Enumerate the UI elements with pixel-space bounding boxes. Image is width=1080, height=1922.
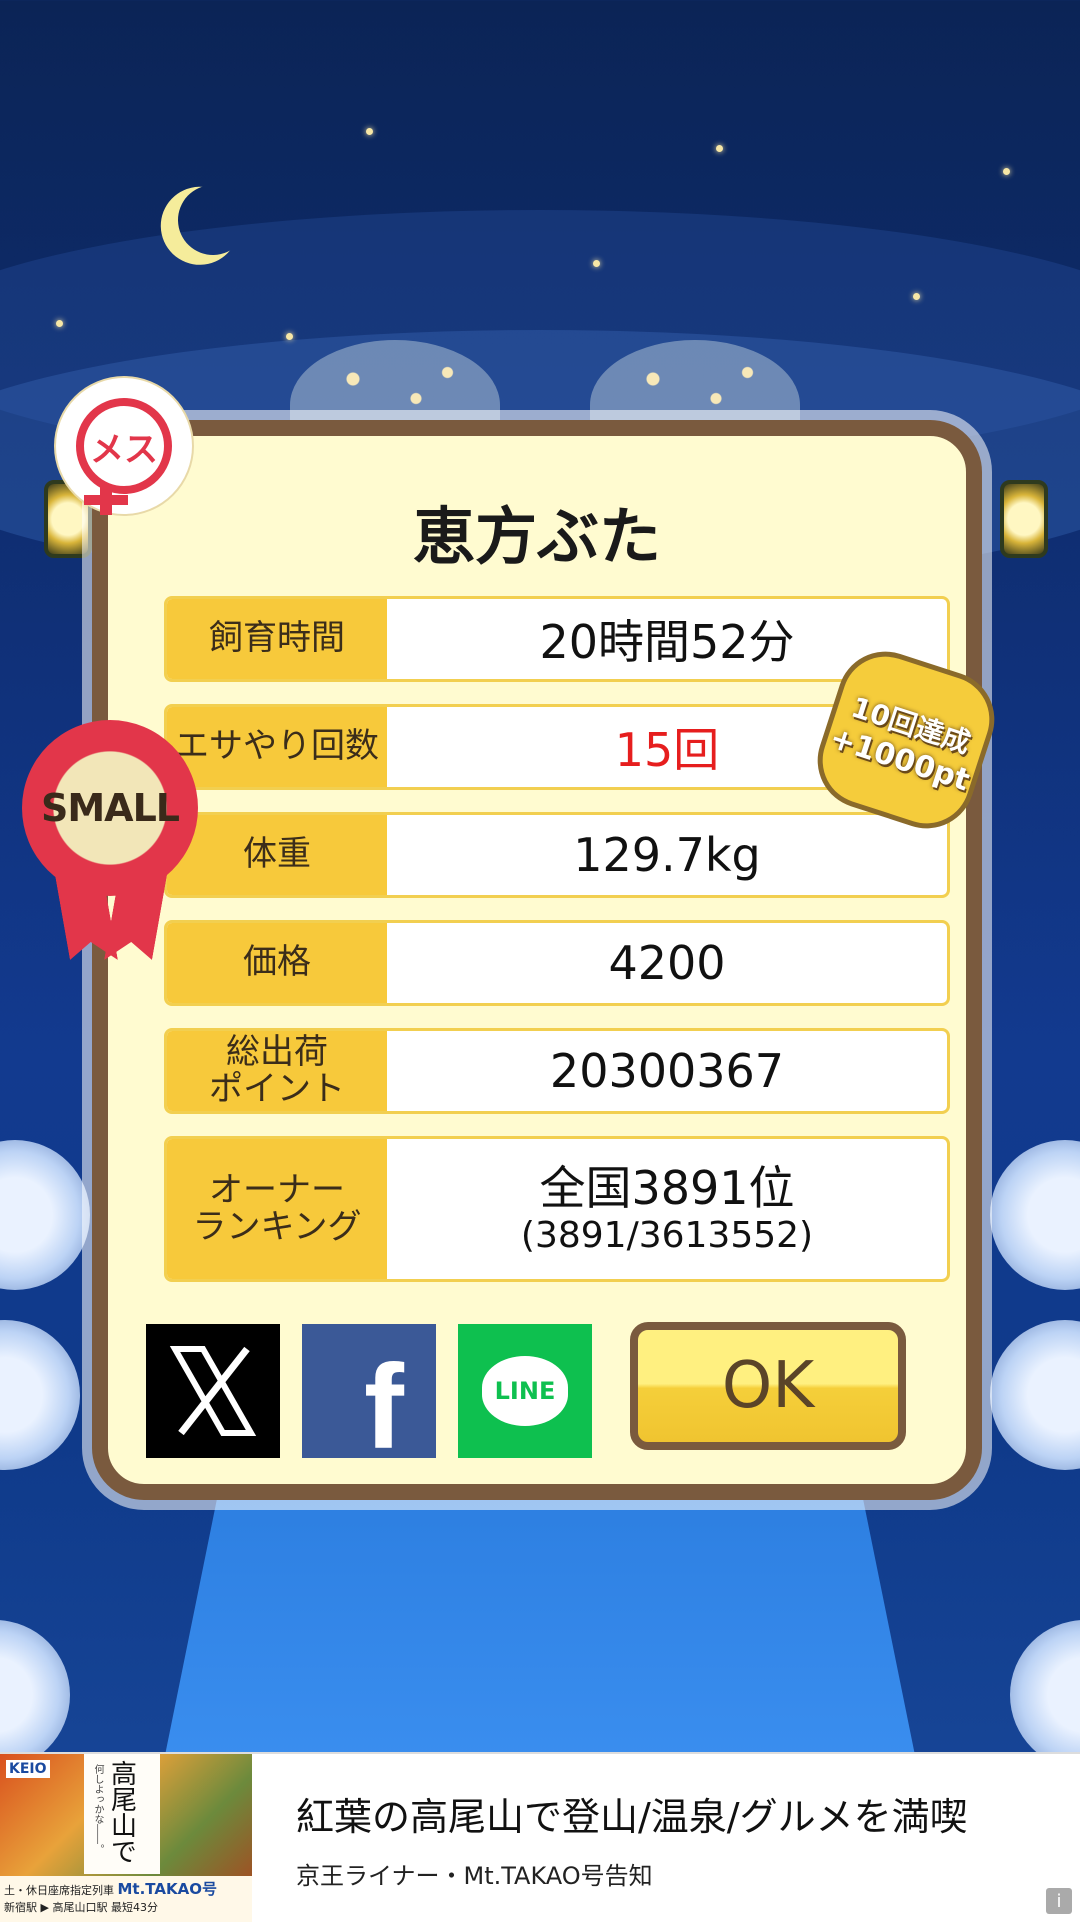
x-logo-icon bbox=[169, 1346, 257, 1436]
ad-subtitle: 京王ライナー・Mt.TAKAO号告知 bbox=[296, 1862, 653, 1890]
stat-label: 飼育時間 bbox=[167, 599, 387, 679]
stat-label: エサやり回数 bbox=[167, 707, 387, 787]
ad-banner[interactable]: KEIO 高尾山で 何しよっかな――。 土・休日座席指定列車 Mt.TAKAO号… bbox=[0, 1752, 1080, 1922]
share-facebook-button[interactable]: f bbox=[302, 1324, 436, 1474]
stat-row-total-points: 総出荷 ポイント 20300367 bbox=[164, 1028, 950, 1114]
bush bbox=[990, 1140, 1080, 1290]
stat-label: 総出荷 ポイント bbox=[167, 1031, 387, 1111]
ad-vertical-text: 高尾山で bbox=[106, 1760, 137, 1864]
star-icon bbox=[716, 145, 723, 152]
ad-vertical-small-text: 何しよっかな――。 bbox=[92, 1764, 103, 1854]
stat-label: オーナー ランキング bbox=[167, 1139, 387, 1279]
ranking-value: 全国3891位 bbox=[539, 1160, 795, 1215]
star-icon bbox=[366, 128, 373, 135]
share-x-button[interactable] bbox=[146, 1324, 280, 1458]
star-icon bbox=[56, 320, 63, 327]
female-badge: メス bbox=[56, 378, 192, 514]
ad-train-note: 土・休日座席指定列車 bbox=[4, 1884, 114, 1897]
facebook-logo-icon: f bbox=[364, 1340, 404, 1474]
ad-thumbnail[interactable]: KEIO 高尾山で 何しよっかな――。 土・休日座席指定列車 Mt.TAKAO号… bbox=[0, 1754, 252, 1922]
stat-value: 20300367 bbox=[549, 1044, 785, 1098]
star-icon bbox=[913, 293, 920, 300]
bush bbox=[0, 1320, 80, 1470]
stat-row-price: 価格 4200 bbox=[164, 920, 950, 1006]
pig-result-dialog: 恵方ぶた 飼育時間 20時間52分 エサやり回数 15回 体重 129.7kg … bbox=[92, 420, 982, 1500]
share-line-button[interactable]: LINE bbox=[458, 1324, 592, 1458]
stat-row-raising-time: 飼育時間 20時間52分 bbox=[164, 596, 950, 682]
road bbox=[160, 1480, 920, 1755]
pig-name: 恵方ぶた bbox=[412, 500, 661, 573]
ad-info-icon[interactable]: i bbox=[1046, 1888, 1072, 1914]
ad-train-route: 新宿駅 ▶ 高尾山口駅 最短43分 bbox=[4, 1901, 158, 1914]
ok-button[interactable]: OK bbox=[630, 1322, 906, 1450]
stat-label: 価格 bbox=[167, 923, 387, 1003]
gender-label: メス bbox=[90, 429, 158, 470]
star-icon bbox=[286, 333, 293, 340]
ranking-detail: (3891/3613552) bbox=[520, 1214, 814, 1256]
female-symbol-icon: メス bbox=[76, 398, 172, 494]
ad-train-strip: 土・休日座席指定列車 Mt.TAKAO号 新宿駅 ▶ 高尾山口駅 最短43分 bbox=[0, 1876, 252, 1922]
female-symbol-bar bbox=[84, 495, 128, 505]
ad-text-panel: 高尾山で 何しよっかな――。 bbox=[84, 1754, 160, 1874]
line-logo-icon: LINE bbox=[482, 1356, 568, 1426]
stat-label: 体重 bbox=[167, 815, 387, 895]
star-icon bbox=[593, 260, 600, 267]
stat-row-weight: 体重 129.7kg bbox=[164, 812, 950, 898]
ad-train-name: Mt.TAKAO号 bbox=[117, 1880, 217, 1898]
bush bbox=[0, 1620, 70, 1755]
stat-value: 全国3891位 (3891/3613552) bbox=[387, 1139, 947, 1279]
stat-value: 4200 bbox=[608, 936, 726, 990]
lamp-icon bbox=[1000, 480, 1048, 558]
line-logo-text: LINE bbox=[494, 1377, 556, 1405]
bush bbox=[1010, 1620, 1080, 1755]
size-rosette-badge: SMALL bbox=[22, 720, 198, 896]
stat-row-owner-ranking: オーナー ランキング 全国3891位 (3891/3613552) bbox=[164, 1136, 950, 1282]
ad-title[interactable]: 紅葉の高尾山で登山/温泉/グルメを満喫 bbox=[296, 1786, 968, 1841]
stat-value: 129.7kg bbox=[573, 828, 761, 882]
size-label: SMALL bbox=[40, 786, 180, 830]
star-icon bbox=[1003, 168, 1010, 175]
bush bbox=[0, 1140, 90, 1290]
bush bbox=[990, 1320, 1080, 1470]
ad-brand-logo: KEIO bbox=[6, 1760, 50, 1778]
